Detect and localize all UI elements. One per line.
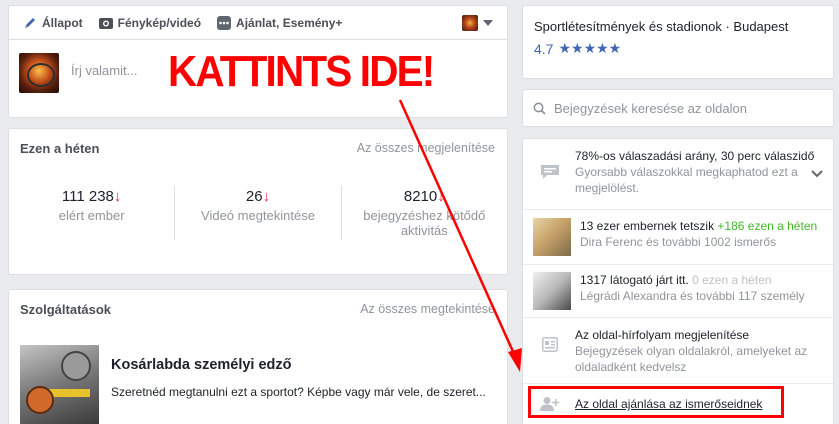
service-image [20,345,99,424]
stats-see-all-link[interactable]: Az összes megjelenítése [357,141,495,156]
tab-offer-event-label: Ajánlat, Esemény+ [236,15,343,30]
pencil-icon [23,16,37,30]
likes-row[interactable]: 13 ezer embernek tetszik +186 ezen a hét… [523,210,833,265]
search-icon [533,102,546,115]
service-item[interactable]: Kosárlabda személyi edző Szeretnéd megta… [9,345,507,424]
response-rate-sub: Gyorsabb válaszokkal megkaphatod ezt a m… [575,165,798,195]
chevron-down-icon[interactable] [811,167,823,181]
news-feed-icon [533,327,567,383]
page-feed-row[interactable]: Az oldal-hírfolyam megjelenítése Bejegyz… [523,318,833,384]
page-search-card: Bejegyzések keresése az oldalon [522,89,834,127]
composer-input[interactable]: Írj valamit... [71,63,137,78]
rating-stars-icon: ★★★★★ [558,40,622,56]
page-rating-card: Sportlétesítmények és stadionok · Budape… [522,5,834,79]
composer-tabs: Állapot Fénykép/videó Ajánlat, Esemény+ [9,6,507,40]
camera-icon [98,16,113,29]
stat-reach-value: 111 238 [61,188,114,205]
tab-photo-video[interactable]: Fénykép/videó [98,15,202,30]
chevron-down-icon [483,19,493,26]
stats-title: Ezen a héten [20,141,100,156]
page-avatar [19,53,59,93]
likes-friends: Dira Ferenc és további 1002 ismerős [580,235,777,249]
stat-video-value: 26 [245,188,263,205]
services-title: Szolgáltatások [20,302,112,317]
visits-row[interactable]: 1317 látogató járt itt. 0 ezen a héten L… [523,265,833,318]
tab-status[interactable]: Állapot [23,16,83,30]
visitor-thumbnail [533,272,571,310]
rating-value[interactable]: 4.7 [534,41,553,57]
arrow-down-icon: ↓ [113,188,122,205]
stat-video-label: Videó megtekintése [201,208,315,223]
search-placeholder: Bejegyzések keresése az oldalon [554,100,747,116]
services-card: Szolgáltatások Az összes megtekintése Ko… [8,289,508,424]
service-title: Kosárlabda személyi edző [111,357,292,373]
arrow-down-icon: ↓ [262,188,271,205]
stat-video-views[interactable]: 26↓ Videó megtekintése [174,186,340,240]
page-feed-sub: Bejegyzések olyan oldalakról, amelyeket … [575,344,808,374]
annotation-highlight-box [528,386,784,418]
tab-status-label: Állapot [42,15,83,30]
page-mini-avatar [462,14,478,31]
stat-engagement-label: bejegyzéshez kötődő aktivitás [363,208,486,238]
page-feed-title: Az oldal-hírfolyam megjelenítése [575,328,750,342]
stat-reach-label: elért ember [58,208,125,223]
stat-engagement-value: 8210 [403,188,438,205]
friend-thumbnail [533,218,571,256]
visits-people: Légrádi Alexandra és további 117 személy [580,289,805,303]
weekly-stats-card: Ezen a héten Az összes megjelenítése 111… [8,128,508,275]
page-search-input[interactable]: Bejegyzések keresése az oldalon [523,90,833,126]
response-rate-row[interactable]: 78%-os válaszadási arány, 30 perc válasz… [523,139,833,210]
message-icon [533,148,567,209]
tab-offer-event[interactable]: Ajánlat, Esemény+ [217,15,343,30]
likes-delta: +186 ezen a héten [717,219,818,233]
stat-reach[interactable]: 111 238↓ elért ember [9,186,174,240]
more-icon [217,15,232,30]
annotation-text: KATTINTS IDE! [168,47,435,96]
service-description: Szeretnéd megtanulni ezt a sportot? Képb… [111,385,486,399]
stat-engagement[interactable]: 8210↓ bejegyzéshez kötődő aktivitás [340,186,507,240]
tab-photo-video-label: Fénykép/videó [117,15,202,30]
arrow-down-icon: ↓ [437,188,445,205]
post-as-selector[interactable] [462,14,493,31]
likes-count: 13 ezer embernek tetszik [580,219,715,233]
visits-delta: 0 ezen a héten [692,273,772,287]
response-rate-text: 78%-os válaszadási arány, 30 perc válasz… [575,149,815,163]
page-category: Sportlétesítmények és stadionok · Budape… [534,19,789,34]
page-info-card: 78%-os válaszadási arány, 30 perc válasz… [522,138,834,424]
visits-count: 1317 látogató járt itt. [580,273,689,287]
services-see-all-link[interactable]: Az összes megtekintése [360,302,495,317]
